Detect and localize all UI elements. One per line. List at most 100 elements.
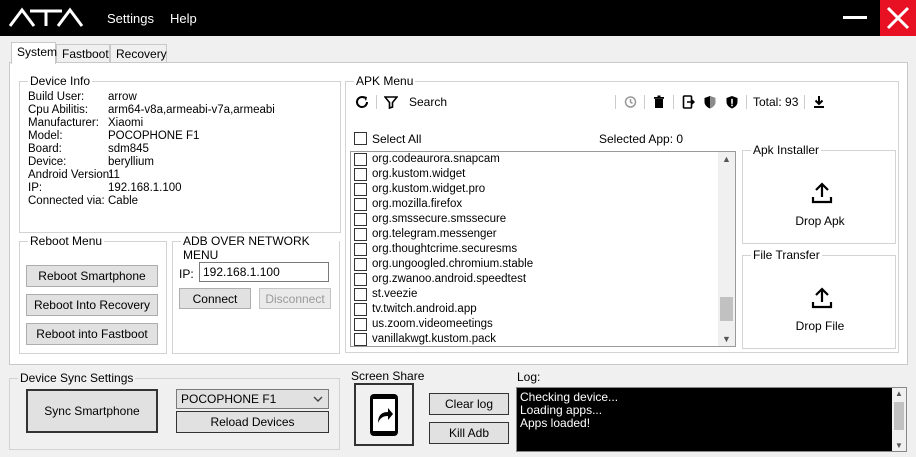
apk-list-item[interactable]: org.smssecure.smssecure xyxy=(354,212,716,227)
device-info-value: 192.168.1.100 xyxy=(108,182,182,194)
file-transfer-title: File Transfer xyxy=(751,248,822,262)
apk-checkbox[interactable] xyxy=(354,198,367,211)
apk-list[interactable]: org.codeaurora.snapcam org.kustom.widget o… xyxy=(350,151,736,347)
menu-settings[interactable]: Settings xyxy=(107,11,154,26)
apk-checkbox[interactable] xyxy=(354,183,367,196)
apk-checkbox[interactable] xyxy=(354,228,367,241)
apk-list-item[interactable]: org.zwanoo.android.speedtest xyxy=(354,272,716,287)
apk-list-item[interactable]: org.telegram.messenger xyxy=(354,227,716,242)
device-info-row: Device: beryllium xyxy=(28,156,328,169)
device-info-group: Device Info Build User: arrow Cpu Abilitis… xyxy=(19,74,341,233)
upload-icon xyxy=(810,286,834,313)
tab-recovery[interactable]: Recovery xyxy=(110,44,167,63)
shield-icon[interactable] xyxy=(702,94,718,110)
device-select[interactable]: POCOPHONE F1 xyxy=(176,389,329,409)
apk-list-item[interactable]: org.kustom.widget.pro xyxy=(354,182,716,197)
apk-checkbox[interactable] xyxy=(354,318,367,331)
apk-list-item[interactable]: org.kustom.widget xyxy=(354,167,716,182)
download-icon[interactable] xyxy=(811,94,827,110)
reboot-recovery-button[interactable]: Reboot Into Recovery xyxy=(26,294,158,316)
device-info-value: POCOPHONE F1 xyxy=(108,130,200,142)
toolbar-divider xyxy=(644,95,645,109)
app-logo xyxy=(8,7,84,29)
scroll-up-arrow[interactable]: ▲ xyxy=(722,154,731,164)
apk-list-item[interactable]: org.codeaurora.snapcam xyxy=(354,152,716,167)
refresh-icon[interactable] xyxy=(354,94,370,110)
apk-checkbox[interactable] xyxy=(354,243,367,256)
device-info-value: Cable xyxy=(108,195,139,207)
tab-fastboot[interactable]: Fastboot xyxy=(56,44,110,63)
device-info-row: Board: sdm845 xyxy=(28,143,328,156)
shield-alert-icon[interactable] xyxy=(724,94,740,110)
apk-package-name: org.kustom.widget xyxy=(372,168,466,180)
title-bar: Settings Help xyxy=(0,0,916,36)
apk-checkbox[interactable] xyxy=(354,168,367,181)
apk-checkbox[interactable] xyxy=(354,153,367,166)
reload-devices-button[interactable]: Reload Devices xyxy=(176,411,329,433)
device-info-row: Manufacturer: Xiaomi xyxy=(28,117,328,130)
tab-system[interactable]: System xyxy=(11,42,57,64)
device-info-row: Cpu Abilitis: arm64-v8a,armeabi-v7a,armea… xyxy=(28,104,328,117)
disconnect-button[interactable]: Disconnect xyxy=(259,288,331,309)
sync-smartphone-button[interactable]: Sync Smartphone xyxy=(26,389,158,433)
apk-list-item[interactable]: st.veezie xyxy=(354,287,716,302)
device-info-value: sdm845 xyxy=(108,143,149,155)
toolbar-divider xyxy=(376,95,377,109)
filter-icon[interactable] xyxy=(383,94,399,110)
device-info-label: Cpu Abilitis: xyxy=(28,104,89,116)
device-info-label: Device: xyxy=(28,156,67,168)
apk-package-name: org.smssecure.smssecure xyxy=(372,213,507,225)
log-line: Apps loaded! xyxy=(520,416,591,430)
apk-checkbox[interactable] xyxy=(354,303,367,316)
apk-menu-group: APK Menu Search Total: 93 Select All Sel… xyxy=(345,74,899,353)
device-info-row: Android Version: 11 xyxy=(28,169,328,182)
apk-list-item[interactable]: us.zoom.videomeetings xyxy=(354,317,716,332)
reboot-smartphone-button[interactable]: Reboot Smartphone xyxy=(26,265,158,287)
apk-checkbox[interactable] xyxy=(354,288,367,301)
apk-list-item[interactable]: vanillakwgt.kustom.pack xyxy=(354,332,716,346)
apk-list-item[interactable]: org.mozilla.firefox xyxy=(354,197,716,212)
device-info-row: Model: POCOPHONE F1 xyxy=(28,130,328,143)
kill-adb-button[interactable]: Kill Adb xyxy=(429,422,509,444)
apk-list-item[interactable]: org.ungoogled.chromium.stable xyxy=(354,257,716,272)
apk-checkbox[interactable] xyxy=(354,213,367,226)
apk-installer-group[interactable]: Apk Installer Drop Apk xyxy=(742,143,896,244)
apk-list-item[interactable]: tv.twitch.android.app xyxy=(354,302,716,317)
apk-checkbox[interactable] xyxy=(354,258,367,271)
screen-share-button[interactable] xyxy=(354,383,414,446)
scroll-down-arrow[interactable]: ▼ xyxy=(895,441,903,450)
minimize-button[interactable] xyxy=(842,10,868,24)
scroll-down-arrow[interactable]: ▼ xyxy=(722,334,731,344)
history-icon[interactable] xyxy=(622,94,638,110)
device-info-value: beryllium xyxy=(108,156,155,168)
scroll-thumb[interactable] xyxy=(894,402,904,430)
reboot-fastboot-button[interactable]: Reboot into Fastboot xyxy=(26,323,158,345)
select-all-checkbox[interactable] xyxy=(354,132,367,145)
log-scrollbar[interactable]: ▲ ▼ xyxy=(892,388,906,451)
scroll-up-arrow[interactable]: ▲ xyxy=(895,389,903,398)
device-info-value: 11 xyxy=(108,169,120,181)
export-phone-icon[interactable] xyxy=(680,94,696,110)
connect-button[interactable]: Connect xyxy=(179,288,251,309)
device-info-label: IP: xyxy=(28,182,43,194)
search-label[interactable]: Search xyxy=(409,95,559,109)
device-info-value: arm64-v8a,armeabi-v7a,armeabi xyxy=(108,104,275,116)
apk-checkbox[interactable] xyxy=(354,333,367,346)
close-button[interactable] xyxy=(880,0,916,36)
trash-icon[interactable] xyxy=(651,94,667,110)
apk-package-name: tv.twitch.android.app xyxy=(372,303,477,315)
file-transfer-group[interactable]: File Transfer Drop File xyxy=(742,248,896,349)
select-all-label[interactable]: Select All xyxy=(372,132,421,146)
ip-input[interactable] xyxy=(199,262,329,282)
apk-list-scrollbar[interactable]: ▲ ▼ xyxy=(718,152,735,346)
menu-help[interactable]: Help xyxy=(170,11,197,26)
log-output[interactable]: Checking device... Loading apps... Apps lo… xyxy=(516,387,907,452)
device-info-row: IP: 192.168.1.100 xyxy=(28,182,328,195)
apk-checkbox[interactable] xyxy=(354,273,367,286)
device-info-title: Device Info xyxy=(28,74,93,88)
apk-list-item[interactable]: org.thoughtcrime.securesms xyxy=(354,242,716,257)
drop-file-label: Drop File xyxy=(795,319,845,333)
scroll-thumb[interactable] xyxy=(720,296,733,321)
device-info-label: Android Version: xyxy=(28,169,113,181)
clear-log-button[interactable]: Clear log xyxy=(429,393,509,415)
